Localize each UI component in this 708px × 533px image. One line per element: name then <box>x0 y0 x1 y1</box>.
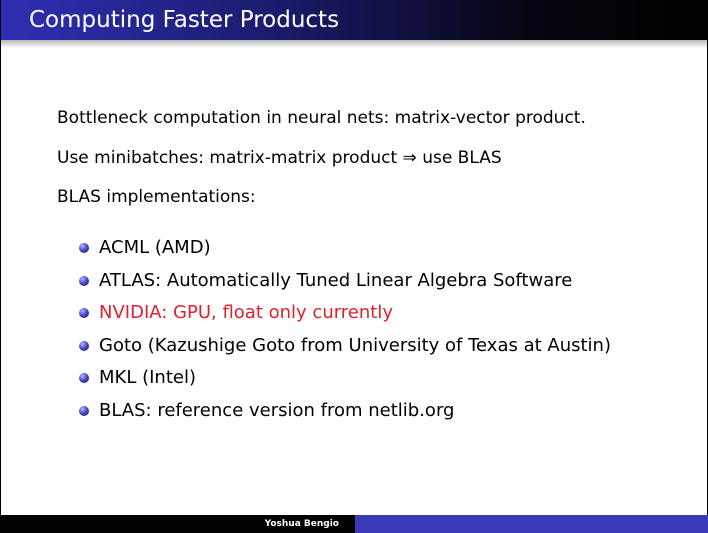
bullet-item: MKL (Intel) <box>79 365 611 398</box>
bullet-text: BLAS: reference version from netlib.org <box>99 399 455 421</box>
bullet-item: BLAS: reference version from netlib.org <box>79 398 611 431</box>
title-bar-shadow <box>1 40 708 48</box>
bullet-item-highlighted: NVIDIA: GPU, float only currently <box>79 300 611 333</box>
paragraph-bottleneck: Bottleneck computation in neural nets: m… <box>57 108 586 128</box>
bullet-item: ATLAS: Automatically Tuned Linear Algebr… <box>79 268 611 301</box>
bullet-text: ATLAS: Automatically Tuned Linear Algebr… <box>99 269 573 291</box>
bullet-list: ACML (AMD) ATLAS: Automatically Tuned Li… <box>79 235 611 430</box>
paragraph-minibatches: Use minibatches: matrix-matrix product ⇒… <box>57 148 502 168</box>
bullet-ball-icon <box>79 405 89 416</box>
slide-title: Computing Faster Products <box>29 7 340 33</box>
footer-right-band <box>355 515 708 533</box>
bullet-item: Goto (Kazushige Goto from University of … <box>79 333 611 366</box>
paragraph-blas-implementations: BLAS implementations: <box>57 187 256 207</box>
bullet-text: ACML (AMD) <box>99 237 211 258</box>
slide: Computing Faster Products Bottleneck com… <box>0 0 708 533</box>
bullet-text: MKL (Intel) <box>99 367 196 388</box>
bullet-text: Goto (Kazushige Goto from University of … <box>99 334 611 356</box>
bullet-ball-icon <box>79 308 89 318</box>
bullet-ball-icon <box>79 373 89 383</box>
bullet-ball-icon <box>79 275 89 286</box>
bullet-item: ACML (AMD) <box>79 235 611 268</box>
bullet-text: NVIDIA: GPU, float only currently <box>99 302 394 323</box>
bullet-ball-icon <box>79 243 89 253</box>
bullet-ball-icon <box>79 340 89 351</box>
footer-author: Yoshua Bengio <box>264 519 339 529</box>
